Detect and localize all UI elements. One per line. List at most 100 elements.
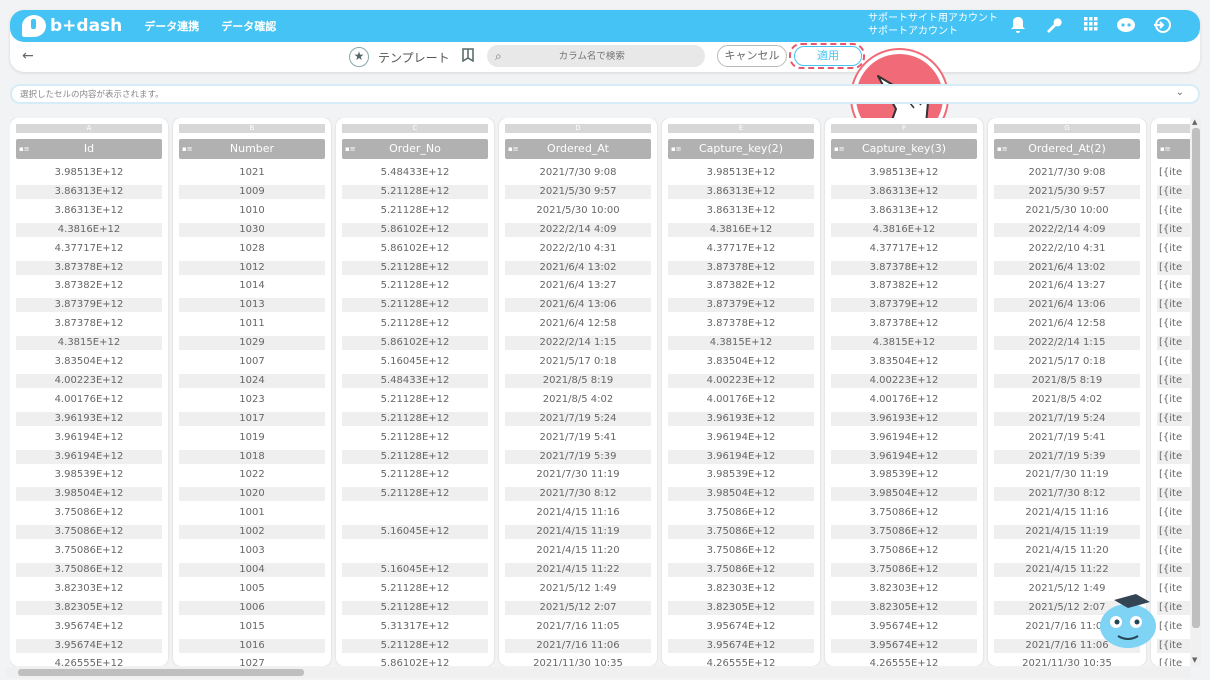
table-cell[interactable]: 2021/7/30 8:12 [994,487,1140,502]
table-cell[interactable]: 3.83504E+12 [831,355,977,369]
table-cell[interactable]: [{ite [1157,242,1190,256]
table-cell[interactable]: 3.75086E+12 [831,506,977,520]
nav-data-integration[interactable]: データ連携 [144,18,199,34]
star-icon[interactable]: ★ [349,47,369,67]
table-cell[interactable]: 5.16045E+12 [342,525,488,540]
table-cell[interactable]: 3.96194E+12 [668,449,814,464]
table-cell[interactable]: 3.98513E+12 [831,166,977,180]
table-cell[interactable]: 2021/4/15 11:19 [994,525,1140,540]
table-cell[interactable]: 5.21128E+12 [342,260,488,275]
table-cell[interactable]: 2021/7/30 11:19 [994,468,1140,482]
table-cell[interactable]: 3.96194E+12 [16,431,162,445]
table-cell[interactable]: 3.95674E+12 [668,620,814,634]
table-cell[interactable]: 1021 [179,166,325,180]
vertical-scroll-thumb[interactable] [1192,128,1200,628]
table-cell[interactable]: 2022/2/14 1:15 [505,336,651,351]
table-cell[interactable]: 2021/8/5 4:02 [505,393,651,407]
table-cell[interactable]: 3.98504E+12 [16,487,162,502]
table-cell[interactable]: [{ite [1157,468,1190,482]
table-cell[interactable]: 3.75086E+12 [16,525,162,540]
table-cell[interactable]: 2021/5/12 2:07 [505,600,651,615]
table-cell[interactable]: 3.87379E+12 [668,298,814,313]
table-cell[interactable]: 3.87378E+12 [831,260,977,275]
table-cell[interactable]: 5.21128E+12 [342,317,488,331]
table-cell[interactable]: 2021/5/12 1:49 [505,582,651,596]
table-cell[interactable]: [{ite [1157,431,1190,445]
table-cell[interactable]: 3.86313E+12 [668,204,814,218]
table-cell[interactable]: [{ite [1157,620,1190,634]
table-cell[interactable]: 3.75086E+12 [831,562,977,577]
table-cell[interactable]: 2021/7/16 11:06 [505,638,651,653]
table-cell[interactable]: 1001 [179,506,325,520]
table-cell[interactable]: 1002 [179,525,325,540]
table-cell[interactable]: 3.95674E+12 [831,638,977,653]
table-cell[interactable]: 2022/2/10 4:31 [505,242,651,256]
column-header[interactable]: ▪≡ Capture_key(3) [831,139,977,159]
table-cell[interactable]: 3.82303E+12 [16,582,162,596]
bell-icon[interactable] [1007,16,1029,36]
table-cell[interactable]: 3.98513E+12 [16,166,162,180]
table-cell[interactable]: [{ite [1157,449,1190,464]
table-cell[interactable]: 3.82305E+12 [831,600,977,615]
table-cell[interactable]: 5.21128E+12 [342,638,488,653]
table-cell[interactable]: 5.16045E+12 [342,562,488,577]
table-cell[interactable]: [{ite [1157,336,1190,351]
table-cell[interactable]: [{ite [1157,355,1190,369]
table-cell[interactable]: 1027 [179,657,325,666]
table-cell[interactable]: 3.87378E+12 [831,317,977,331]
chat-bot-icon[interactable] [1115,16,1137,36]
table-cell[interactable]: 3.98513E+12 [668,166,814,180]
table-cell[interactable]: 2021/6/4 13:06 [994,298,1140,313]
column-letter[interactable]: D [505,124,651,133]
horizontal-scrollbar[interactable] [6,667,1191,678]
table-cell[interactable]: 4.26555E+12 [668,657,814,666]
table-cell[interactable] [342,544,488,558]
table-cell[interactable]: 3.98539E+12 [668,468,814,482]
table-cell[interactable]: [{ite [1157,506,1190,520]
table-cell[interactable]: 2021/11/30 10:35 [994,657,1140,666]
table-cell[interactable]: [{ite [1157,487,1190,502]
table-cell[interactable]: 1029 [179,336,325,351]
table-cell[interactable]: 5.21128E+12 [342,600,488,615]
template-label[interactable]: テンプレート [378,49,450,66]
back-arrow-icon[interactable]: ← [22,48,34,64]
table-cell[interactable]: 2021/4/15 11:16 [994,506,1140,520]
column-header[interactable]: ▪≡ Order_No [342,139,488,159]
table-cell[interactable]: 2021/5/17 0:18 [994,355,1140,369]
table-cell[interactable]: 4.00176E+12 [831,393,977,407]
table-cell[interactable]: 3.82303E+12 [831,582,977,596]
table-cell[interactable]: 3.75086E+12 [16,544,162,558]
table-cell[interactable]: 3.75086E+12 [16,562,162,577]
table-cell[interactable]: 2021/6/4 13:06 [505,298,651,313]
table-cell[interactable]: 2021/4/15 11:22 [505,562,651,577]
table-cell[interactable]: 4.3816E+12 [16,222,162,237]
table-cell[interactable]: 2021/7/19 5:41 [994,431,1140,445]
table-cell[interactable]: 2021/6/4 13:02 [994,260,1140,275]
table-cell[interactable]: 4.00176E+12 [16,393,162,407]
table-cell[interactable]: [{ite [1157,393,1190,407]
table-cell[interactable]: 1013 [179,298,325,313]
table-cell[interactable]: 2021/6/4 12:58 [505,317,651,331]
table-cell[interactable]: 2021/8/5 8:19 [505,373,651,388]
table-cell[interactable]: [{ite [1157,204,1190,218]
table-cell[interactable]: 2021/7/19 5:41 [505,431,651,445]
column-letter[interactable] [1157,124,1190,133]
table-cell[interactable]: 3.98504E+12 [668,487,814,502]
table-cell[interactable]: [{ite [1157,600,1190,615]
table-cell[interactable]: 1005 [179,582,325,596]
table-cell[interactable]: 2021/6/4 13:27 [994,279,1140,293]
table-cell[interactable]: 3.75086E+12 [668,525,814,540]
table-cell[interactable]: 4.00223E+12 [16,373,162,388]
table-cell[interactable]: 4.37717E+12 [668,242,814,256]
table-cell[interactable]: 5.21128E+12 [342,449,488,464]
table-cell[interactable]: 4.3816E+12 [831,222,977,237]
logo[interactable]: b+dash [22,15,122,37]
table-cell[interactable]: 1014 [179,279,325,293]
table-cell[interactable]: 1004 [179,562,325,577]
column-letter[interactable]: C [342,124,488,133]
table-cell[interactable]: 5.21128E+12 [342,411,488,426]
table-cell[interactable]: 5.86102E+12 [342,657,488,666]
table-cell[interactable]: 1006 [179,600,325,615]
table-cell[interactable]: 2021/8/5 4:02 [994,393,1140,407]
column-header[interactable]: ▪≡ Ordered_At(2) [994,139,1140,159]
